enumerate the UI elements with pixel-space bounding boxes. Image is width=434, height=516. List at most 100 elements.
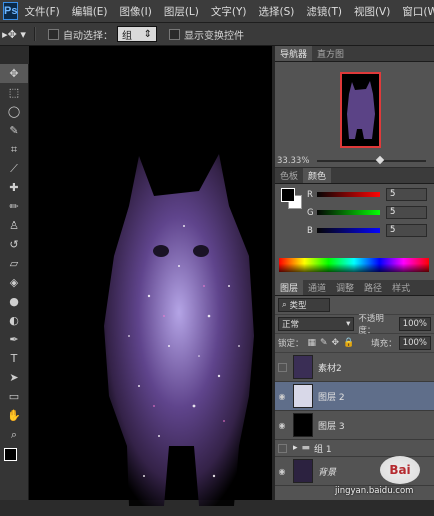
menu-filter[interactable]: 滤镜(T) [306,4,342,19]
tab-color[interactable]: 颜色 [303,168,332,183]
foreground-color-swatch[interactable] [4,448,17,461]
blur-tool-icon[interactable]: ● [0,292,28,311]
paint-bucket-icon[interactable]: ◈ [0,273,28,292]
dodge-tool-icon[interactable]: ◐ [0,311,28,330]
tab-channels[interactable]: 通道 [303,280,331,295]
tab-styles[interactable]: 样式 [387,280,415,295]
menu-file[interactable]: 文件(F) [24,4,59,19]
blend-mode-dropdown[interactable]: 正常 ▾ [278,317,355,331]
healing-tool-icon[interactable]: ✚ [0,178,28,197]
move-tool-preset-icon[interactable]: ▸✥ ▾ [0,28,28,41]
zoom-slider[interactable] [317,155,426,165]
lasso-tool-icon[interactable]: ◯ [0,102,28,121]
layers-tabs: 图层 通道 调整 路径 样式 [275,280,434,296]
green-value-input[interactable]: 5 [386,206,427,219]
quick-select-tool-icon[interactable]: ✎ [0,121,28,140]
brush-tool-icon[interactable]: ✏ [0,197,28,216]
red-value-input[interactable]: 5 [386,188,427,201]
tab-navigator[interactable]: 导航器 [275,46,313,61]
baidu-logo: Bai [380,456,420,484]
blend-row: 正常 ▾ 不透明度： 100% [275,314,434,336]
toolbox: ✥ ⬚ ◯ ✎ ⌗ ⟋ ✚ ✏ ♙ ↺ ▱ ◈ ● ◐ ✒ T ➤ ▭ ✋ ⌕ [0,64,29,500]
menu-bar: Ps 文件(F) 编辑(E) 图像(I) 图层(L) 文字(Y) 选择(S) 滤… [0,0,434,23]
blue-slider[interactable] [317,228,380,233]
eye-icon[interactable]: ◉ [275,421,289,430]
blue-value-input[interactable]: 5 [386,224,427,237]
menu-edit[interactable]: 编辑(E) [72,4,108,19]
blue-slider-row: B 5 [307,224,427,237]
green-slider[interactable] [317,210,380,215]
menu-window[interactable]: 窗口(W) [402,4,434,19]
zoom-slider-knob[interactable] [375,155,385,165]
layer-filter-row: ⌕ 类型 [275,296,434,315]
watermark-url: jingyan.baidu.com [335,486,414,496]
visibility-toggle-off[interactable] [275,362,289,372]
layer-name: 图层 2 [318,392,345,403]
lock-row: 锁定： ▦✎✥🔒 填充： 100% [275,334,434,353]
zoom-value[interactable]: 33.33% [277,156,309,166]
pen-tool-icon[interactable]: ✒ [0,330,28,349]
show-transform-label: 显示变换控件 [184,30,244,42]
menu-image[interactable]: 图像(I) [120,4,152,19]
tab-paths[interactable]: 路径 [359,280,387,295]
menu-view[interactable]: 视图(V) [354,4,390,19]
empty-eye-box [277,362,287,372]
navigator-zoom-row: 33.33% [275,155,434,168]
tab-adjustments[interactable]: 调整 [331,280,359,295]
tab-layers[interactable]: 图层 [275,280,304,295]
navigator-panel [275,62,434,155]
divider [34,27,36,41]
shape-tool-icon[interactable]: ▭ [0,387,28,406]
auto-select-label: 自动选择： [63,30,113,42]
layer-row-group1[interactable]: ▸ ▬ 组 1 [275,440,434,457]
menu-type[interactable]: 文字(Y) [211,4,247,19]
layer-row-sucai2[interactable]: 素材2 [275,353,434,382]
history-brush-icon[interactable]: ↺ [0,235,28,254]
type-tool-icon[interactable]: T [0,349,28,368]
search-icon: ⌕ [282,300,290,310]
eyedropper-tool-icon[interactable]: ⟋ [0,159,28,178]
navigator-tabs: 导航器 直方图 [275,46,434,62]
color-panel: R 5 G 5 B 5 [275,184,434,280]
layer-name: 图层 3 [318,421,345,432]
red-slider-row: R 5 [307,188,427,201]
tab-histogram[interactable]: 直方图 [312,46,349,61]
empty-eye-box [277,443,287,453]
opacity-input[interactable]: 100% [398,317,431,331]
layer-row-layer2[interactable]: ◉ 图层 2 [275,382,434,411]
lock-icons[interactable]: ▦✎✥🔒 [308,338,359,348]
move-tool-icon[interactable]: ✥ [0,64,28,83]
layer-filter-value: 类型 [289,301,307,311]
marquee-tool-icon[interactable]: ⬚ [0,83,28,102]
menu-layer[interactable]: 图层(L) [164,4,199,19]
layer-thumbnail [293,459,313,483]
fill-label: 填充： [371,339,397,349]
layer-filter-dropdown[interactable]: ⌕ 类型 [278,298,330,312]
eye-icon[interactable]: ◉ [275,392,289,401]
expand-triangle-icon[interactable]: ▸ [293,443,298,453]
fill-input[interactable]: 100% [398,336,431,350]
red-slider[interactable] [317,192,380,197]
zoom-tool-icon[interactable]: ⌕ [0,425,28,444]
navigator-thumbnail[interactable] [340,72,381,148]
crop-tool-icon[interactable]: ⌗ [0,140,28,159]
show-transform-checkbox[interactable] [169,28,180,40]
color-spectrum[interactable] [279,258,429,272]
folder-icon: ▬ [301,443,311,453]
hand-tool-icon[interactable]: ✋ [0,406,28,425]
eye-icon[interactable]: ◉ [275,467,289,476]
foreground-color-swatch[interactable] [281,188,295,202]
menu-select[interactable]: 选择(S) [258,4,294,19]
document-canvas[interactable] [29,46,272,506]
green-label: G [307,207,314,218]
eraser-tool-icon[interactable]: ▱ [0,254,28,273]
color-swatches[interactable] [0,444,28,474]
auto-select-checkbox[interactable] [48,28,59,40]
stamp-tool-icon[interactable]: ♙ [0,216,28,235]
tab-swatches[interactable]: 色板 [275,168,303,183]
layer-row-layer3[interactable]: ◉ 图层 3 [275,411,434,440]
visibility-toggle-off[interactable] [275,443,289,453]
path-select-icon[interactable]: ➤ [0,368,28,387]
auto-select-dropdown[interactable]: 组 ⇕ [117,26,157,42]
photoshop-logo: Ps [3,2,19,20]
